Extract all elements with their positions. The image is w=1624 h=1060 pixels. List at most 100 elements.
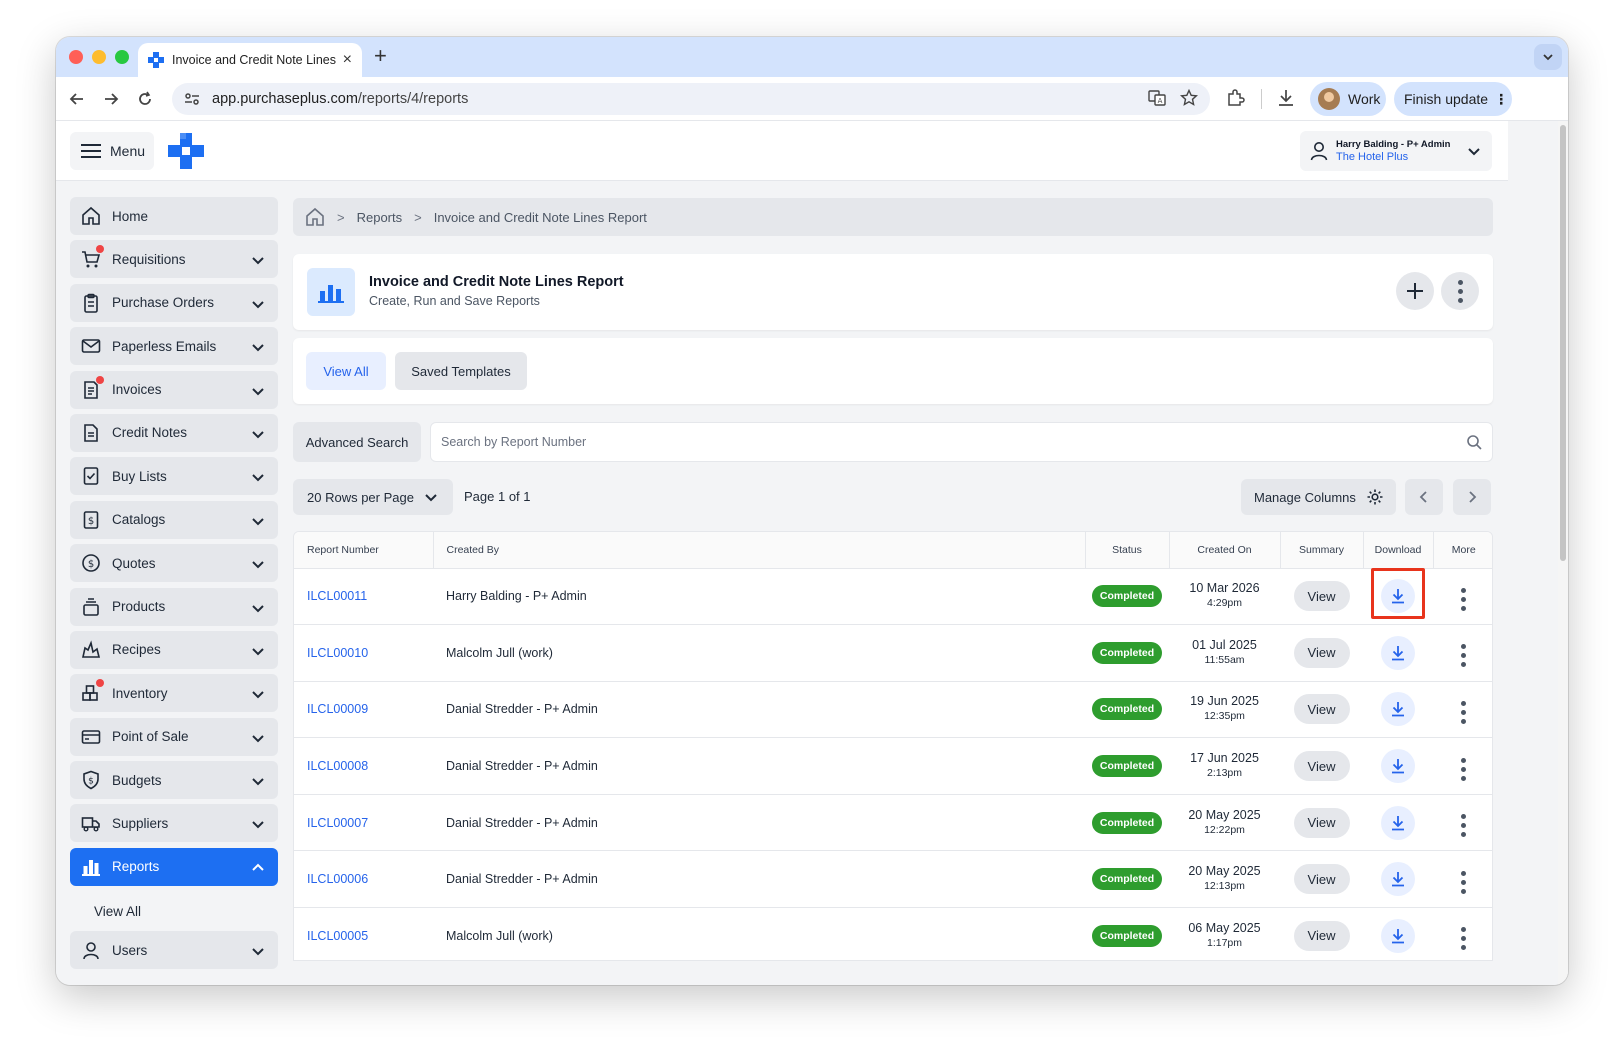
search-input[interactable] bbox=[441, 435, 1492, 449]
sidebar-item-inventory[interactable]: Inventory bbox=[70, 674, 278, 713]
tab-search-button[interactable] bbox=[1534, 44, 1562, 70]
sidebar-item-quotes[interactable]: $ Quotes bbox=[70, 544, 278, 583]
report-number-link[interactable]: ILCL00007 bbox=[307, 816, 368, 830]
download-button[interactable] bbox=[1381, 749, 1415, 784]
sidebar-item-requisitions[interactable]: Requisitions bbox=[70, 240, 278, 279]
row-more-icon[interactable] bbox=[1461, 870, 1466, 894]
chevron-down-icon[interactable] bbox=[250, 469, 266, 485]
search-icon[interactable] bbox=[1466, 434, 1482, 450]
report-more-button[interactable] bbox=[1441, 272, 1479, 310]
purchaseplus-logo[interactable] bbox=[168, 133, 204, 169]
tab-view-all[interactable]: View All bbox=[306, 352, 386, 390]
address-bar[interactable]: app.purchaseplus.com/reports/4/reports A bbox=[172, 83, 1210, 115]
download-button[interactable] bbox=[1381, 805, 1415, 840]
column-report-number[interactable]: Report Number bbox=[294, 532, 434, 569]
search-field[interactable] bbox=[430, 422, 1493, 462]
report-number-link[interactable]: ILCL00009 bbox=[307, 702, 368, 716]
tab-saved-templates[interactable]: Saved Templates bbox=[395, 352, 527, 390]
chevron-down-icon[interactable] bbox=[250, 816, 266, 832]
chevron-down-icon[interactable] bbox=[250, 643, 266, 659]
report-number-link[interactable]: ILCL00005 bbox=[307, 929, 368, 943]
user-account-menu[interactable]: Harry Balding - P+ Admin The Hotel Plus bbox=[1300, 131, 1492, 171]
row-more-icon[interactable] bbox=[1461, 814, 1466, 838]
row-more-icon[interactable] bbox=[1461, 587, 1466, 611]
view-summary-button[interactable]: View bbox=[1293, 637, 1350, 668]
menu-button[interactable]: Menu bbox=[70, 132, 154, 170]
window-minimize-button[interactable] bbox=[92, 50, 106, 64]
view-summary-button[interactable]: View bbox=[1293, 807, 1350, 838]
view-summary-button[interactable]: View bbox=[1293, 751, 1350, 782]
chevron-down-icon[interactable] bbox=[250, 943, 266, 959]
sidebar-item-paperless-emails[interactable]: Paperless Emails bbox=[70, 327, 278, 366]
report-number-link[interactable]: ILCL00011 bbox=[307, 589, 367, 603]
manage-columns-button[interactable]: Manage Columns bbox=[1241, 479, 1396, 515]
bookmark-star-icon[interactable] bbox=[1180, 89, 1198, 107]
view-summary-button[interactable]: View bbox=[1293, 694, 1350, 725]
extensions-puzzle-icon[interactable] bbox=[1225, 88, 1245, 108]
site-settings-icon[interactable] bbox=[184, 91, 200, 107]
chevron-down-icon[interactable] bbox=[250, 686, 266, 702]
forward-button[interactable] bbox=[98, 86, 124, 112]
page-scrollbar[interactable] bbox=[1558, 121, 1568, 985]
view-summary-button[interactable]: View bbox=[1293, 920, 1350, 951]
column-status[interactable]: Status bbox=[1085, 532, 1170, 569]
sidebar-item-suppliers[interactable]: Suppliers bbox=[70, 804, 278, 843]
report-number-link[interactable]: ILCL00010 bbox=[307, 646, 368, 660]
profile-button[interactable]: Work bbox=[1310, 82, 1386, 116]
download-button[interactable] bbox=[1381, 635, 1415, 670]
chevron-down-icon[interactable] bbox=[250, 513, 266, 529]
chevron-up-icon[interactable] bbox=[250, 860, 266, 876]
chevron-down-icon[interactable] bbox=[250, 600, 266, 616]
chevron-down-icon[interactable] bbox=[250, 773, 266, 789]
sidebar-item-credit-notes[interactable]: Credit Notes bbox=[70, 413, 278, 452]
add-report-button[interactable] bbox=[1396, 272, 1434, 310]
chevron-down-icon[interactable] bbox=[250, 383, 266, 399]
breadcrumb-reports[interactable]: Reports bbox=[357, 210, 403, 225]
tab-close-icon[interactable]: × bbox=[343, 51, 352, 69]
reload-button[interactable] bbox=[132, 86, 158, 112]
browser-tab-active[interactable]: Invoice and Credit Note Lines × bbox=[138, 43, 362, 77]
download-button[interactable] bbox=[1381, 579, 1415, 614]
chevron-down-icon[interactable] bbox=[250, 556, 266, 572]
window-close-button[interactable] bbox=[69, 50, 83, 64]
download-button[interactable] bbox=[1381, 862, 1415, 897]
report-number-link[interactable]: ILCL00006 bbox=[307, 872, 368, 886]
sidebar-item-reports[interactable]: Reports bbox=[70, 847, 278, 886]
home-icon[interactable] bbox=[305, 207, 325, 227]
finish-update-button[interactable]: Finish update ⋮ bbox=[1394, 82, 1512, 116]
view-summary-button[interactable]: View bbox=[1293, 864, 1350, 895]
sidebar-item-budgets[interactable]: $ Budgets bbox=[70, 761, 278, 800]
download-button[interactable] bbox=[1381, 692, 1415, 727]
sidebar-item-point-of-sale[interactable]: Point of Sale bbox=[70, 717, 278, 756]
chevron-down-icon[interactable] bbox=[250, 296, 266, 312]
sidebar-subitem-view-all[interactable]: View All bbox=[70, 891, 278, 931]
sidebar-item-invoices[interactable]: Invoices bbox=[70, 370, 278, 409]
column-created-on[interactable]: Created On bbox=[1169, 532, 1281, 569]
sidebar-item-home[interactable]: Home bbox=[70, 197, 278, 235]
row-more-icon[interactable] bbox=[1461, 927, 1466, 951]
translate-icon[interactable]: A bbox=[1148, 89, 1166, 107]
column-created-by[interactable]: Created By bbox=[433, 532, 1086, 569]
sidebar-item-users[interactable]: Users bbox=[70, 931, 278, 970]
advanced-search-button[interactable]: Advanced Search bbox=[293, 422, 421, 462]
next-page-button[interactable] bbox=[1453, 479, 1491, 515]
sidebar-item-buy-lists[interactable]: Buy Lists bbox=[70, 457, 278, 496]
chevron-down-icon[interactable] bbox=[250, 730, 266, 746]
row-more-icon[interactable] bbox=[1461, 644, 1466, 668]
page-scrollbar-thumb[interactable] bbox=[1560, 125, 1566, 561]
chevron-down-icon[interactable] bbox=[250, 252, 266, 268]
previous-page-button[interactable] bbox=[1405, 479, 1443, 515]
sidebar-item-recipes[interactable]: Recipes bbox=[70, 630, 278, 669]
download-button[interactable] bbox=[1381, 918, 1415, 953]
report-number-link[interactable]: ILCL00008 bbox=[307, 759, 368, 773]
view-summary-button[interactable]: View bbox=[1293, 581, 1350, 612]
back-button[interactable] bbox=[64, 86, 90, 112]
sidebar-item-products[interactable]: Products bbox=[70, 587, 278, 626]
row-more-icon[interactable] bbox=[1461, 700, 1466, 724]
new-tab-button[interactable]: + bbox=[374, 43, 387, 69]
sidebar-item-catalogs[interactable]: $ Catalogs bbox=[70, 500, 278, 539]
downloads-icon[interactable] bbox=[1276, 88, 1296, 108]
window-zoom-button[interactable] bbox=[115, 50, 129, 64]
chevron-down-icon[interactable] bbox=[250, 339, 266, 355]
sidebar-item-purchase-orders[interactable]: Purchase Orders bbox=[70, 283, 278, 322]
